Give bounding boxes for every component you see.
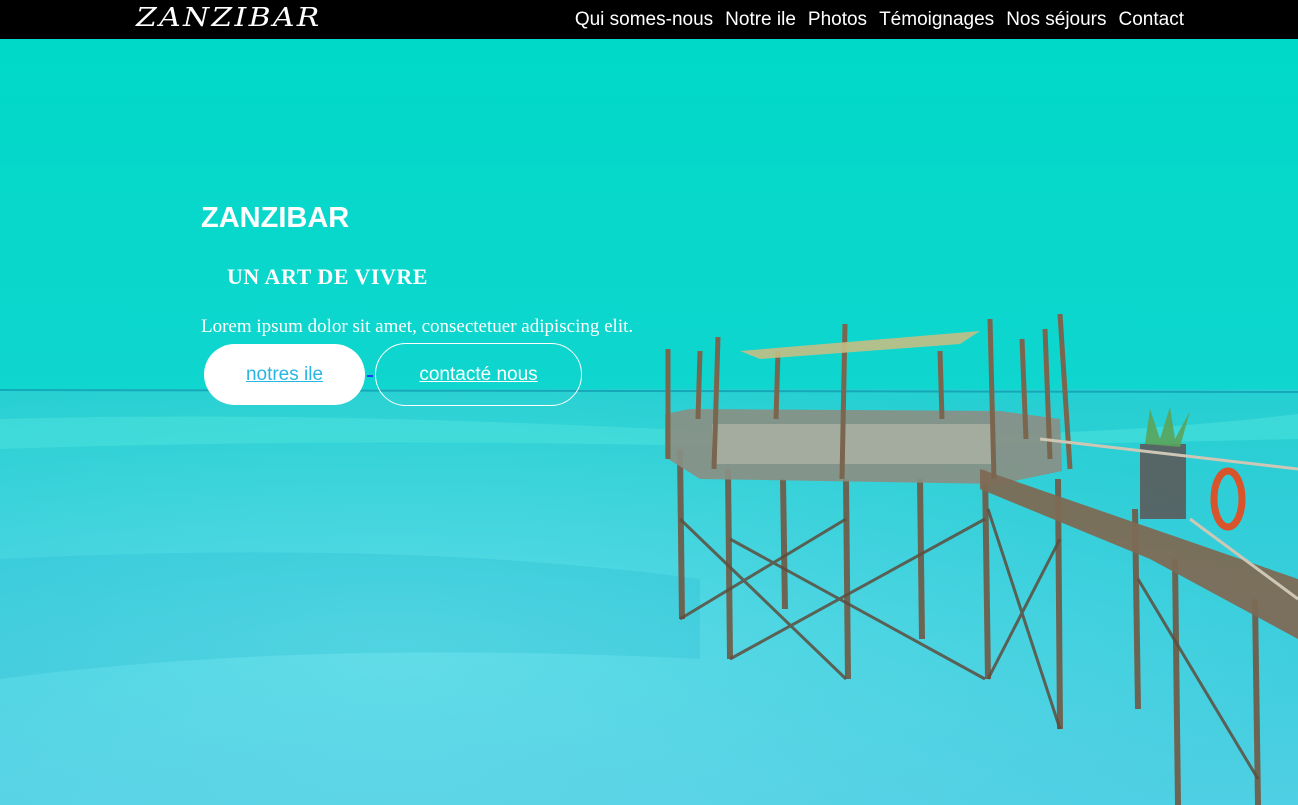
notres-ile-button[interactable]: notres ile <box>204 344 365 405</box>
nav-link-nos-sejours[interactable]: Nos séjours <box>1006 9 1106 31</box>
nav-link-notre-ile[interactable]: Notre ile <box>725 9 796 31</box>
hero-description: Lorem ipsum dolor sit amet, consectetuer… <box>201 316 634 337</box>
nav-link-temoignages[interactable]: Témoignages <box>879 9 994 31</box>
site-logo[interactable]: ZANZIBAR <box>136 3 322 33</box>
top-navbar: ZANZIBAR Qui somes-nous Notre ile Photos… <box>0 0 1298 39</box>
main-nav: Qui somes-nous Notre ile Photos Témoigna… <box>575 0 1184 39</box>
hero-subtitle: UN ART DE VIVRE <box>227 264 428 289</box>
nav-link-photos[interactable]: Photos <box>808 9 867 31</box>
link-underline-separator <box>367 375 373 377</box>
hero-title: ZANZIBAR <box>201 202 350 234</box>
nav-link-contact[interactable]: Contact <box>1119 9 1184 31</box>
contact-button[interactable]: contacté nous <box>375 343 582 406</box>
hero-section: ZANZIBAR UN ART DE VIVRE Lorem ipsum dol… <box>0 39 1298 805</box>
hero-content: ZANZIBAR UN ART DE VIVRE Lorem ipsum dol… <box>0 39 1298 805</box>
nav-link-qui-somes-nous[interactable]: Qui somes-nous <box>575 9 713 31</box>
